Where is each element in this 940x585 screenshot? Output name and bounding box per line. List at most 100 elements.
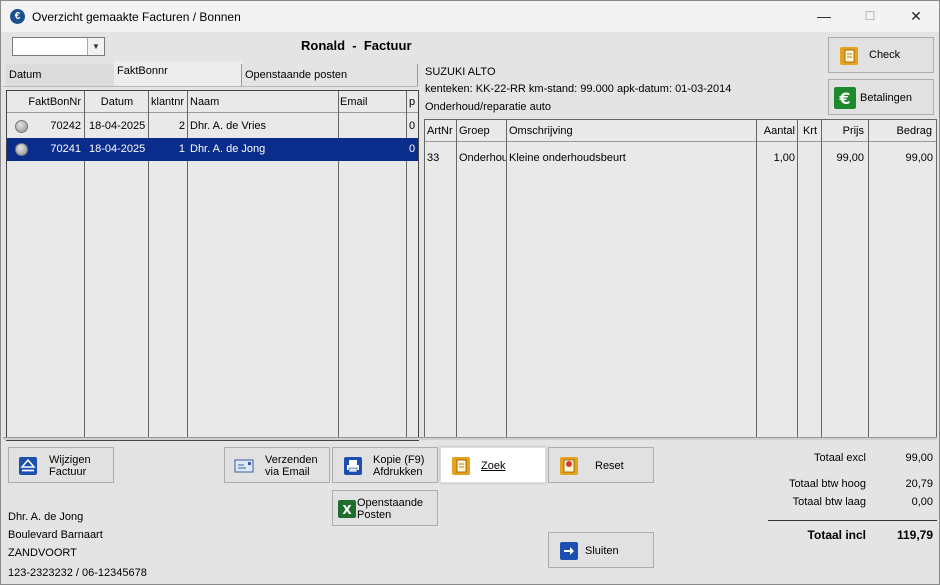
filter-dropdown[interactable]: ▼ xyxy=(12,37,105,56)
printer-icon xyxy=(344,457,362,475)
kopie-label-1: Kopie (F9) xyxy=(373,454,425,466)
svg-text:X: X xyxy=(342,503,352,517)
cell-naam: Dhr. A. de Jong xyxy=(190,143,266,155)
totaal-excl-label: Totaal excl xyxy=(814,452,866,464)
col-klantnr[interactable]: klantnr xyxy=(149,91,187,113)
search-document-icon xyxy=(452,457,470,475)
col-omschrijving[interactable]: Omschrijving xyxy=(507,120,756,142)
col-email[interactable]: Email xyxy=(338,91,408,113)
cell-naam: Dhr. A. de Vries xyxy=(190,120,267,132)
row-radio-icon[interactable] xyxy=(15,120,28,133)
panel-separator xyxy=(3,437,937,440)
tab-datum[interactable]: Datum xyxy=(6,64,116,86)
col-krt[interactable]: Krt xyxy=(798,120,822,142)
verzenden-label-1: Verzenden xyxy=(265,454,318,466)
cell-groep: Onderhoud xyxy=(459,152,506,164)
minimize-button[interactable]: — xyxy=(801,1,847,32)
check-button[interactable]: Check xyxy=(828,37,934,73)
page-title: Ronald - Factuur xyxy=(301,38,412,53)
totaal-incl-value: 119,79 xyxy=(896,528,933,542)
invoice-lines-table: ArtNr Groep Omschrijving Aantal Krt Prij… xyxy=(424,119,937,440)
cell-faktbonnr: 70242 xyxy=(50,120,81,132)
cell-prijs: 99,00 xyxy=(836,152,864,164)
customer-city: ZANDVOORT xyxy=(8,547,77,559)
col-bedrag[interactable]: Bedrag xyxy=(868,120,934,142)
betalingen-button[interactable]: € Betalingen xyxy=(828,79,934,115)
reset-icon xyxy=(560,457,578,475)
cell-p: 0 xyxy=(409,143,416,155)
sluiten-button[interactable]: Sluiten xyxy=(548,532,654,568)
reset-button[interactable]: Reset xyxy=(548,447,654,483)
cell-omschrijving: Kleine onderhoudsbeurt xyxy=(509,152,626,164)
excel-icon: X xyxy=(338,500,356,518)
col-faktbonnr[interactable]: FaktBonNr xyxy=(13,91,83,113)
col-p[interactable]: p xyxy=(407,91,419,113)
line-row[interactable]: 33 Onderhoud Kleine onderhoudsbeurt 1,00… xyxy=(425,147,936,170)
tab-openstaande-label: Openstaande posten xyxy=(245,69,348,81)
title-bar: € Overzicht gemaakte Facturen / Bonnen —… xyxy=(1,1,939,32)
tab-divider xyxy=(3,86,418,87)
cell-datum: 18-04-2025 xyxy=(89,143,146,155)
totals-divider xyxy=(768,520,937,521)
col-prijs[interactable]: Prijs xyxy=(822,120,866,142)
col-aantal[interactable]: Aantal xyxy=(757,120,797,142)
table-row-selected[interactable]: 70241 18-04-2025 1 Dhr. A. de Jong 0 xyxy=(7,138,418,161)
col-datum[interactable]: Datum xyxy=(85,91,149,113)
kopie-afdrukken-button[interactable]: Kopie (F9) Afdrukken xyxy=(332,447,438,483)
maximize-button[interactable]: ☐ xyxy=(847,1,893,32)
customer-phone: 123-2323232 / 06-12345678 xyxy=(8,567,147,579)
invoice-overview-window: € Overzicht gemaakte Facturen / Bonnen —… xyxy=(0,0,940,585)
wijzigen-factuur-button[interactable]: Wijzigen Factuur xyxy=(8,447,114,483)
kopie-label-2: Afdrukken xyxy=(373,466,423,478)
reset-label: Reset xyxy=(595,460,624,472)
customer-street: Boulevard Barnaart xyxy=(8,529,103,541)
email-envelope-icon xyxy=(234,459,254,473)
col-groep[interactable]: Groep xyxy=(457,120,506,142)
totaal-btw-hoog-label: Totaal btw hoog xyxy=(788,478,866,490)
totaal-incl-label: Totaal incl xyxy=(807,528,866,542)
wijzigen-label-1: Wijzigen xyxy=(49,454,91,466)
cell-email xyxy=(339,115,406,138)
zoek-label: Zoek xyxy=(481,460,506,472)
sluiten-label: Sluiten xyxy=(585,545,619,557)
cell-klantnr: 2 xyxy=(178,120,185,132)
tab-datum-label: Datum xyxy=(9,69,42,81)
svg-text:€: € xyxy=(838,89,850,108)
app-logo-icon: € xyxy=(10,9,25,24)
verzenden-label-2: via Email xyxy=(265,466,310,478)
totaal-btw-hoog-value: 20,79 xyxy=(905,478,933,490)
check-document-icon xyxy=(840,47,858,65)
cell-bedrag: 99,00 xyxy=(905,152,933,164)
col-naam[interactable]: Naam xyxy=(188,91,338,113)
invoice-table-header: FaktBonNr Datum klantnr Naam Email p xyxy=(7,91,418,113)
zoek-button[interactable]: Zoek xyxy=(440,447,546,483)
cell-p: 0 xyxy=(409,120,416,132)
cell-faktbonnr: 70241 xyxy=(50,143,81,155)
exit-icon xyxy=(560,542,578,560)
table-row[interactable]: 70242 18-04-2025 2 Dhr. A. de Vries 0 xyxy=(7,115,418,138)
cell-artnr: 33 xyxy=(427,152,440,164)
cell-krt xyxy=(798,147,821,170)
betalingen-label: Betalingen xyxy=(860,92,912,104)
cell-email xyxy=(339,138,406,161)
tab-faktbonnr[interactable]: FaktBonnr xyxy=(114,61,242,86)
cell-klantnr: 1 xyxy=(178,143,185,155)
vehicle-model: SUZUKI ALTO xyxy=(425,66,496,78)
close-button[interactable]: ✕ xyxy=(893,1,939,32)
vehicle-details: kenteken: KK-22-RR km-stand: 99.000 apk-… xyxy=(425,83,732,95)
vehicle-description: Onderhoud/reparatie auto xyxy=(425,101,551,113)
check-label: Check xyxy=(869,49,901,61)
col-artnr[interactable]: ArtNr xyxy=(425,120,457,142)
cell-aantal: 1,00 xyxy=(773,152,795,164)
customer-name: Dhr. A. de Jong xyxy=(8,511,84,523)
row-radio-icon[interactable] xyxy=(15,143,28,156)
tab-faktbonnr-label: FaktBonnr xyxy=(117,65,168,77)
cell-datum: 18-04-2025 xyxy=(89,120,146,132)
invoice-table: FaktBonNr Datum klantnr Naam Email p 702… xyxy=(6,90,419,441)
verzenden-email-button[interactable]: Verzenden via Email xyxy=(224,447,330,483)
main-content: ▼ Ronald - Factuur Check € Betalingen Da… xyxy=(1,32,939,584)
tab-openstaande-posten[interactable]: Openstaande posten xyxy=(241,64,418,86)
chevron-down-icon[interactable]: ▼ xyxy=(87,38,104,55)
openstaande-posten-button[interactable]: X Openstaande Posten xyxy=(332,490,438,526)
euro-icon: € xyxy=(834,87,856,109)
